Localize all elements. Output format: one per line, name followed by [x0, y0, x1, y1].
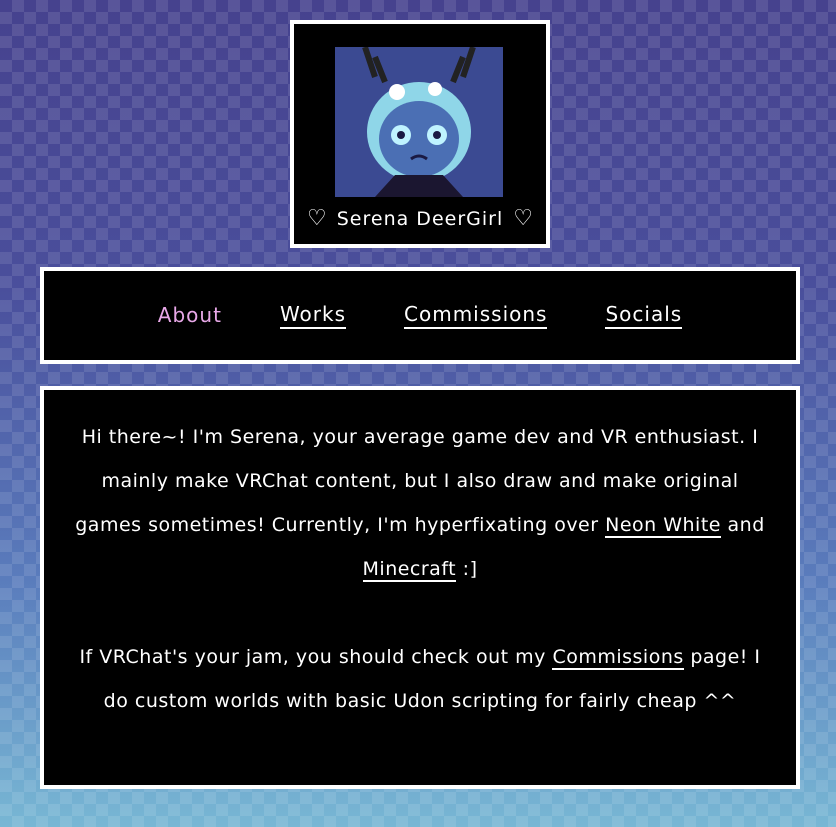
intro-paragraph: Hi there~! I'm Serena, your average game…	[44, 390, 796, 591]
name-row: ♡ Serena DeerGirl ♡	[294, 204, 546, 234]
vrchat-text: If VRChat's your jam, you should check o…	[79, 646, 553, 668]
smile-text: :]	[456, 558, 478, 580]
about-content: Hi there~! I'm Serena, your average game…	[40, 386, 800, 789]
profile-name: Serena DeerGirl	[336, 208, 504, 230]
commissions-link[interactable]: Commissions	[552, 646, 684, 670]
profile-header: ♡ Serena DeerGirl ♡	[290, 20, 550, 248]
neon-white-link[interactable]: Neon White	[605, 514, 721, 538]
nav-socials[interactable]: Socials	[605, 302, 683, 329]
and-text: and	[720, 514, 765, 536]
commissions-paragraph: If VRChat's your jam, you should check o…	[44, 635, 796, 723]
avatar-icon	[335, 47, 503, 197]
avatar	[335, 47, 503, 197]
nav-works[interactable]: Works	[279, 302, 347, 329]
heart-icon: ♡	[307, 206, 327, 231]
main-nav: About Works Commissions Socials	[40, 267, 800, 364]
heart-icon: ♡	[513, 206, 533, 231]
nav-commissions[interactable]: Commissions	[404, 302, 548, 329]
minecraft-link[interactable]: Minecraft	[362, 558, 457, 582]
nav-about[interactable]: About	[158, 303, 222, 328]
